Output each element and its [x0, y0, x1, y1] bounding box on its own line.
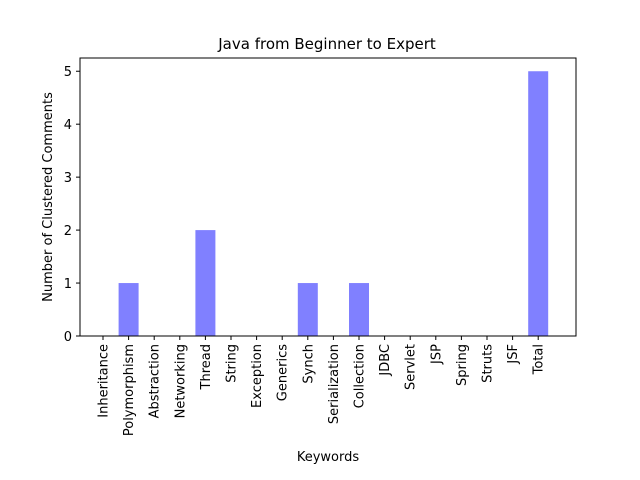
x-tick-label: Servlet — [404, 344, 419, 390]
y-axis: 0 1 2 3 4 5 — [64, 65, 80, 345]
x-tick-label: Exception — [250, 344, 265, 408]
chart-title: Java from Beginner to Expert — [217, 35, 436, 53]
x-tick-label: JDBC — [378, 344, 393, 377]
bar-chart: Java from Beginner to Expert 0 1 2 3 4 5 Inhe… — [41, 35, 577, 465]
bar-total — [528, 71, 549, 337]
y-tick-label: 5 — [64, 65, 72, 80]
bar-polymorphism — [118, 283, 139, 336]
x-tick-label: Spring — [455, 344, 470, 386]
x-tick-label: Thread — [199, 344, 214, 390]
y-tick-label: 3 — [64, 171, 72, 186]
x-tick-label: Polymorphism — [122, 344, 137, 436]
bar-thread — [195, 230, 216, 336]
x-tick-label: Collection — [353, 344, 368, 408]
bars-group — [118, 71, 549, 337]
x-tick-label: JSP — [429, 344, 444, 365]
bar-synch — [297, 283, 318, 336]
x-tick-label: JSF — [506, 344, 521, 365]
y-tick-label: 0 — [64, 330, 72, 345]
x-axis: Inheritance Polymorphism Abstraction Networ… — [97, 336, 547, 436]
x-tick-label: String — [225, 344, 240, 383]
x-axis-label: Keywords — [297, 450, 360, 465]
x-tick-label: Generics — [276, 344, 291, 401]
bar-collection — [349, 283, 369, 336]
x-tick-label: Serialization — [327, 344, 342, 424]
y-tick-label: 1 — [64, 277, 72, 292]
x-tick-label: Struts — [481, 344, 496, 383]
plot-frame — [79, 57, 577, 337]
x-tick-label: Abstraction — [148, 344, 163, 418]
y-tick-label: 4 — [64, 118, 72, 133]
y-tick-label: 2 — [64, 224, 72, 239]
x-tick-label: Synch — [301, 344, 316, 384]
y-axis-label: Number of Clustered Comments — [41, 92, 56, 302]
x-tick-label: Total — [532, 344, 547, 375]
x-tick-label: Networking — [173, 344, 188, 418]
x-tick-label: Inheritance — [97, 344, 112, 418]
